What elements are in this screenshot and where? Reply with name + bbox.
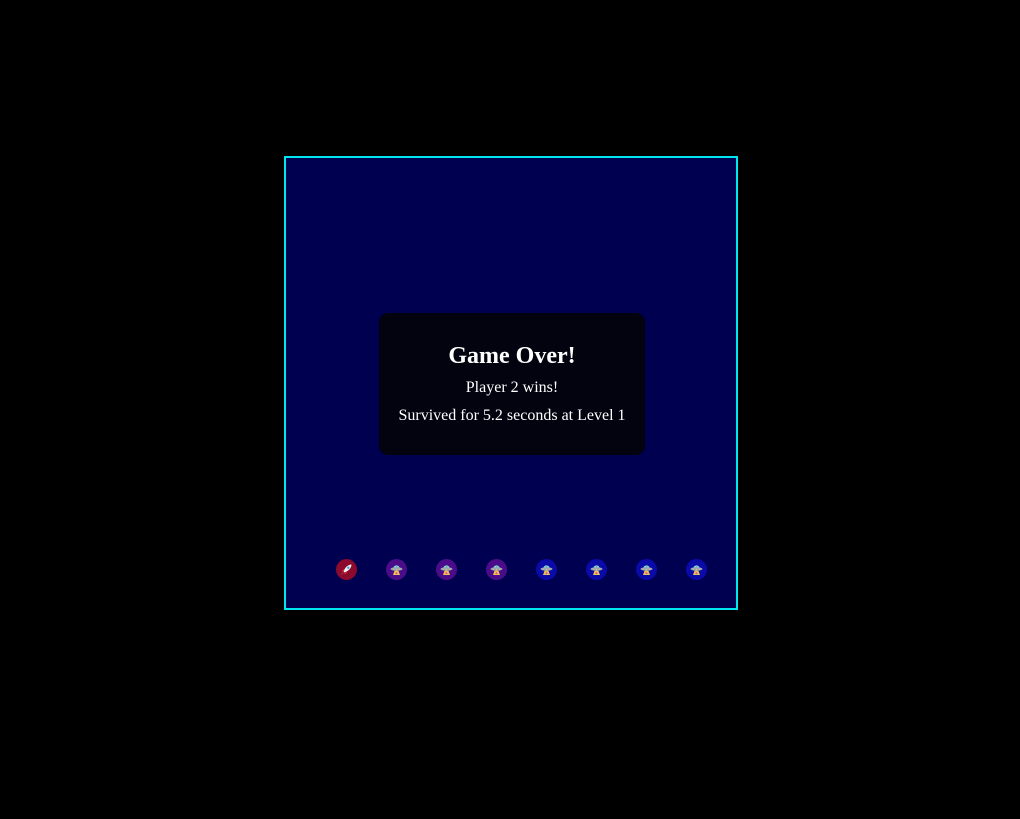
level-value: 1 [617,407,626,424]
alien-ufo-icon[interactable] [386,559,407,580]
alien-ufo-icon[interactable] [686,559,707,580]
level-label: Level [577,407,614,424]
survival-summary: Survived for 5.2 seconds at Level 1 [379,406,645,426]
game-over-title: Game Over! [448,343,576,369]
summary-prefix: Survived for [398,407,479,424]
alien-ufo-icon[interactable] [586,559,607,580]
winner-text: Player 2 wins! [465,379,559,396]
survival-seconds: 5.2 [482,407,503,424]
alien-ufo-icon[interactable] [536,559,557,580]
summary-mid: seconds at [506,407,574,424]
game-board[interactable]: Game Over! Player 2 wins! Survived for 5… [284,156,738,610]
alien-ufo-icon[interactable] [486,559,507,580]
player-rocket-icon[interactable] [336,559,357,580]
alien-ufo-icon[interactable] [436,559,457,580]
game-over-dialog: Game Over! Player 2 wins! Survived for 5… [379,313,645,455]
alien-ufo-icon[interactable] [636,559,657,580]
